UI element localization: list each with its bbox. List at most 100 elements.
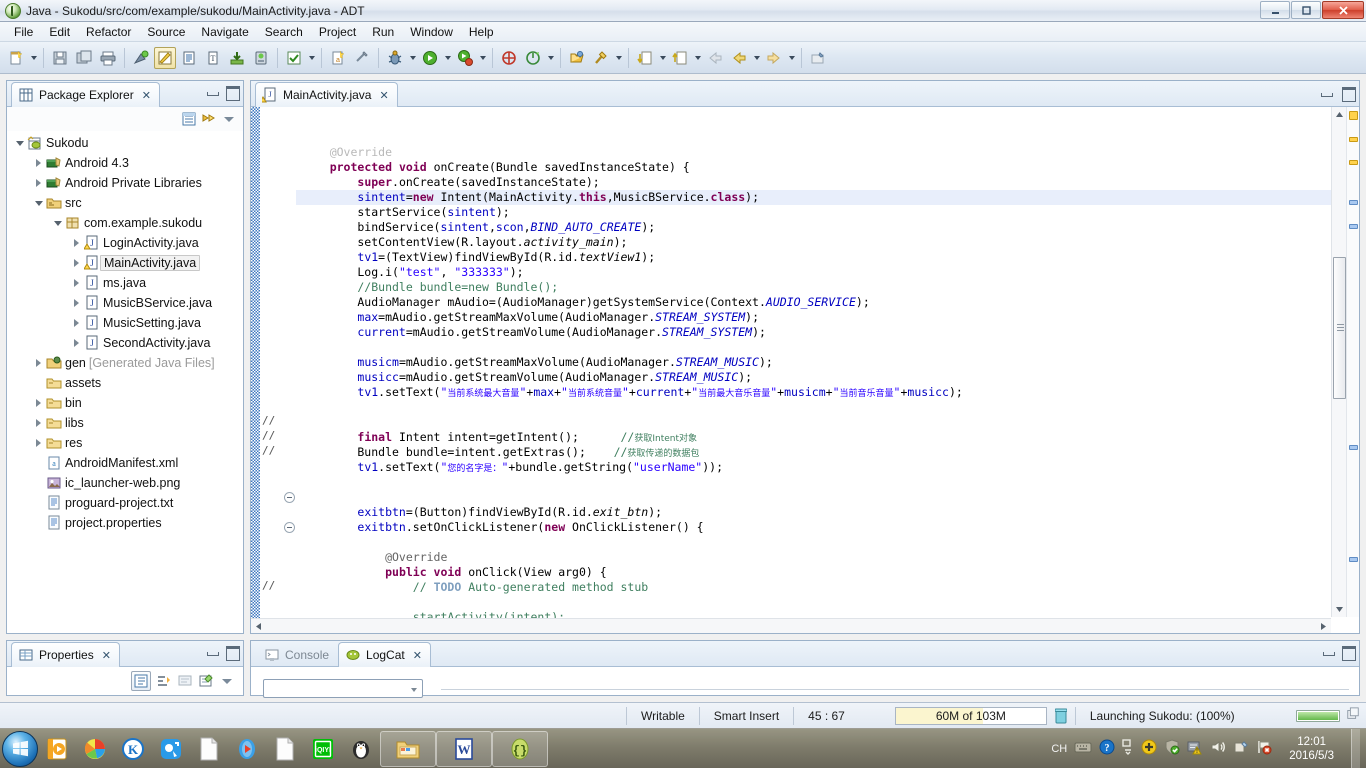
menu-project[interactable]: Project (311, 23, 364, 41)
chevron-right-icon[interactable] (32, 433, 45, 453)
iqiyi-icon[interactable]: iQIYI (304, 731, 342, 767)
tree-item-androidmanifest-xml[interactable]: a AndroidManifest.xml (13, 453, 243, 473)
source-code[interactable]: @Override protected void onCreate(Bundle… (296, 107, 1359, 633)
overview-warning-marker[interactable] (1349, 137, 1358, 142)
fold-collapse-icon[interactable] (284, 522, 295, 533)
folding-ruler[interactable] (283, 107, 296, 633)
chevron-right-icon[interactable] (32, 353, 45, 373)
help-icon[interactable]: ? (1099, 739, 1115, 758)
heap-status[interactable]: 60M of 103M (894, 706, 1047, 725)
antivirus-icon[interactable] (1141, 739, 1157, 758)
minimize-icon[interactable] (1319, 86, 1333, 100)
qq-penguin-icon[interactable] (342, 731, 380, 767)
chevron-right-icon[interactable] (32, 173, 45, 193)
flag-warning-icon[interactable] (1256, 739, 1272, 758)
no-icon[interactable] (351, 47, 373, 69)
tree-item-sukodu[interactable]: Sukodu (13, 133, 243, 153)
ime-indicator[interactable]: CH (1051, 743, 1067, 755)
show-desktop-button[interactable] (1351, 728, 1360, 768)
debug-dropdown-icon[interactable] (407, 47, 418, 69)
menu-source[interactable]: Source (139, 23, 193, 41)
word-icon[interactable]: W (436, 730, 492, 767)
overview-warning-marker[interactable] (1349, 160, 1358, 165)
tree-item-proguard-project-txt[interactable]: proguard-project.txt (13, 493, 243, 513)
external-tools-dropdown-icon[interactable] (545, 47, 556, 69)
close-icon[interactable]: ✕ (413, 649, 422, 662)
android-avd-manager-icon[interactable]: T (202, 47, 224, 69)
maximize-icon[interactable] (225, 645, 240, 661)
collapse-all-icon[interactable] (181, 111, 197, 127)
search-dropdown-icon[interactable] (613, 47, 624, 69)
print-icon[interactable] (97, 47, 119, 69)
next-annotation-icon[interactable] (634, 47, 656, 69)
tree-item-gen[interactable]: gen [Generated Java Files] (13, 353, 243, 373)
maximize-button[interactable] (1291, 1, 1321, 19)
tree-item-musicbservice-java[interactable]: J MusicBService.java (13, 293, 243, 313)
media-player-orange-icon[interactable] (38, 731, 76, 767)
menu-window[interactable]: Window (402, 23, 461, 41)
new-wizard-dropdown-icon[interactable] (28, 47, 39, 69)
chevron-down-icon[interactable] (32, 193, 45, 213)
run-last-icon[interactable] (454, 47, 476, 69)
android-sdk-manager-icon[interactable] (178, 47, 200, 69)
run-icon[interactable] (419, 47, 441, 69)
eclipse-adt-icon[interactable]: {} (492, 730, 548, 767)
link-with-editor-icon[interactable] (201, 111, 217, 127)
chevron-right-icon[interactable] (70, 253, 83, 273)
editor-vertical-scrollbar[interactable] (1331, 107, 1346, 617)
scroll-up-icon[interactable] (1333, 108, 1346, 121)
tree-item-mainactivity-java[interactable]: J MainActivity.java (13, 253, 243, 273)
minimize-icon[interactable] (205, 645, 219, 659)
prev-annotation-dropdown-icon[interactable] (692, 47, 703, 69)
scroll-right-icon[interactable] (1317, 620, 1330, 633)
security-shield-icon[interactable] (1164, 739, 1180, 758)
chevron-right-icon[interactable] (32, 413, 45, 433)
vertical-scroll-thumb[interactable] (1333, 257, 1346, 399)
menu-navigate[interactable]: Navigate (193, 23, 256, 41)
next-annotation-dropdown-icon[interactable] (657, 47, 668, 69)
view-menu-icon[interactable] (219, 673, 235, 689)
save-icon[interactable] (49, 47, 71, 69)
kingsoft-k-icon[interactable]: K (114, 731, 152, 767)
tree-item-project-properties[interactable]: project.properties (13, 513, 243, 533)
tree-item-com-example-sukodu[interactable]: com.example.sukodu (13, 213, 243, 233)
network-warning-icon[interactable]: ! (1187, 739, 1203, 758)
history-dropdown-icon[interactable] (751, 47, 762, 69)
chevron-right-icon[interactable] (32, 153, 45, 173)
tree-item-assets[interactable]: assets (13, 373, 243, 393)
tree-item-bin[interactable]: bin (13, 393, 243, 413)
annotation-ruler[interactable]: // // // // (260, 107, 283, 633)
new-class-icon[interactable] (498, 47, 520, 69)
overview-warning-summary-icon[interactable] (1349, 111, 1358, 120)
tree-item-libs[interactable]: libs (13, 413, 243, 433)
run-last-dropdown-icon[interactable] (477, 47, 488, 69)
chevron-right-icon[interactable] (70, 313, 83, 333)
chevron-right-icon[interactable] (70, 333, 83, 353)
forward-icon[interactable] (763, 47, 785, 69)
overview-ruler[interactable] (1346, 107, 1359, 617)
menu-help[interactable]: Help (461, 23, 502, 41)
overview-occurrence-marker[interactable] (1349, 224, 1358, 229)
maximize-icon[interactable] (1341, 645, 1356, 661)
layout-editor-icon[interactable] (154, 46, 176, 69)
overview-occurrence-marker[interactable] (1349, 557, 1358, 562)
export-icon[interactable] (226, 47, 248, 69)
minimize-icon[interactable] (205, 85, 219, 99)
maximize-icon[interactable] (1341, 86, 1356, 102)
forward-dropdown-icon[interactable] (786, 47, 797, 69)
overview-occurrence-marker[interactable] (1349, 445, 1358, 450)
logcat-filter-input[interactable] (263, 679, 423, 698)
media-player-blue-icon[interactable] (228, 731, 266, 767)
external-tools-icon[interactable] (522, 47, 544, 69)
tree-item-res[interactable]: res (13, 433, 243, 453)
close-icon[interactable]: ✕ (142, 89, 151, 102)
new-property-icon[interactable] (198, 673, 214, 689)
close-icon[interactable]: ✕ (379, 89, 388, 102)
check-icon[interactable] (283, 47, 305, 69)
new-android-icon[interactable]: a (327, 47, 349, 69)
new-wizard-icon[interactable] (5, 47, 27, 69)
trash-icon[interactable] (1054, 708, 1068, 724)
lint-icon[interactable] (250, 47, 272, 69)
tree-item-android-4-3[interactable]: Android 4.3 (13, 153, 243, 173)
windows-start-icon[interactable] (2, 730, 38, 767)
